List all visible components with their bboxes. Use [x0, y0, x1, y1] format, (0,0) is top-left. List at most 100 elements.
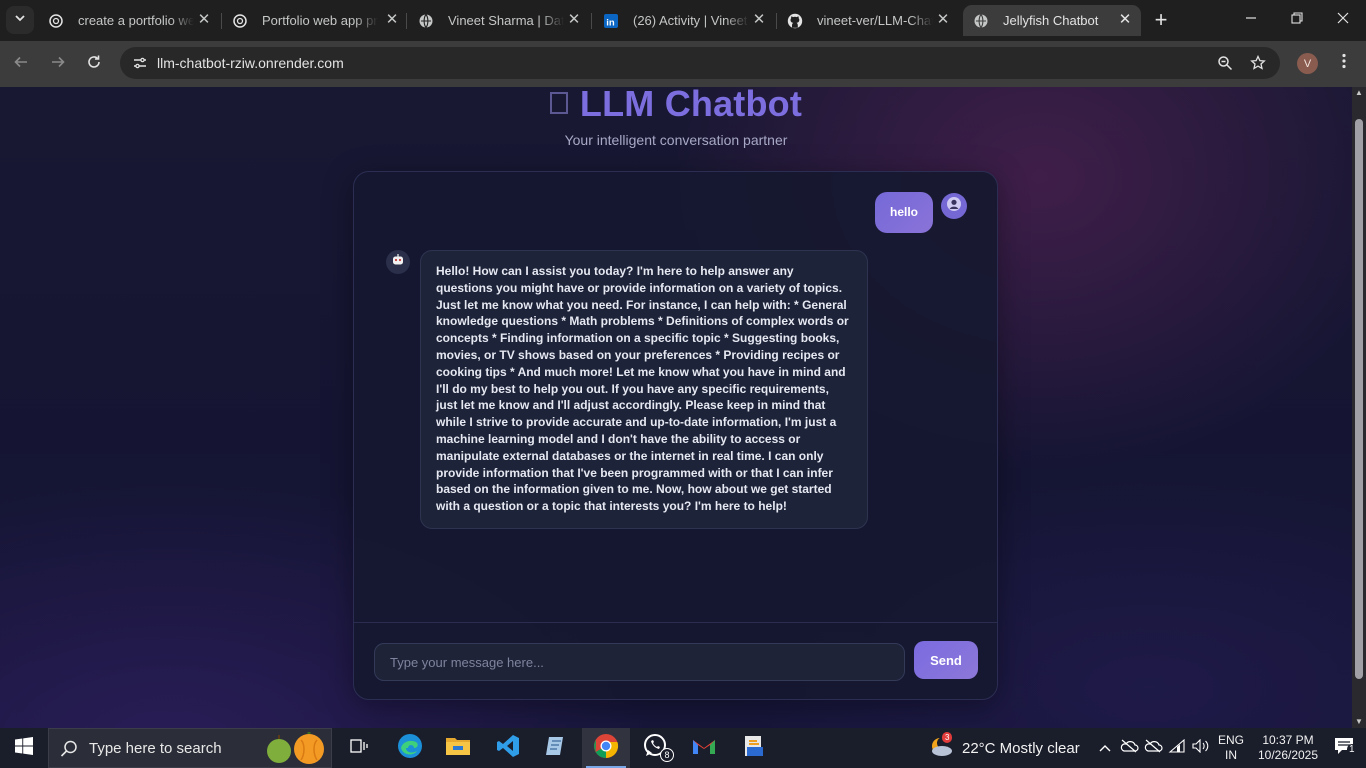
chatgpt-icon — [48, 13, 64, 29]
file-explorer-taskbar-button[interactable] — [434, 728, 482, 768]
tab-divider — [406, 13, 407, 29]
robot-icon — [391, 253, 405, 272]
network-tray-button[interactable] — [1166, 728, 1188, 768]
task-view-button[interactable] — [336, 728, 384, 768]
plus-icon: + — [1154, 7, 1168, 32]
tab-2[interactable]: Portfolio web app pro ✕ — [222, 5, 408, 36]
weather-text: 22°C Mostly clear — [962, 739, 1080, 757]
linkedin-icon: in — [603, 13, 619, 29]
scroll-down-icon[interactable]: ▼ — [1355, 718, 1363, 726]
clock-date: 10/26/2025 — [1257, 748, 1319, 762]
tab-divider — [591, 13, 592, 29]
document-app-taskbar-button[interactable] — [730, 728, 778, 768]
close-icon[interactable]: ✕ — [384, 12, 400, 28]
onedrive-tray-button[interactable] — [1118, 728, 1140, 768]
tab-4[interactable]: in (26) Activity | Vineet ✕ — [593, 5, 775, 36]
volume-tray-button[interactable] — [1190, 728, 1212, 768]
page-subtitle: Your intelligent conversation partner — [564, 132, 788, 148]
bot-message: Hello! How can I assist you today? I'm h… — [386, 250, 868, 529]
missing-glyph-icon — [549, 92, 568, 115]
chrome-taskbar-button[interactable] — [582, 728, 630, 768]
wifi-icon — [1168, 738, 1186, 758]
gmail-taskbar-button[interactable] — [680, 728, 728, 768]
reload-icon — [86, 54, 102, 75]
whatsapp-taskbar-button[interactable]: 8 — [632, 728, 680, 768]
vscode-taskbar-button[interactable] — [484, 728, 532, 768]
search-icon — [59, 739, 79, 759]
page-title-text: LLM Chatbot — [579, 87, 803, 124]
language-code: ENG — [1217, 733, 1244, 747]
profile-avatar[interactable]: V — [1297, 53, 1318, 74]
tab-1[interactable]: create a portfolio web ✕ — [38, 5, 220, 36]
taskbar-search-box[interactable]: Type here to search — [48, 728, 332, 768]
weather-widget[interactable]: 3 22°C Mostly clear — [928, 728, 1080, 768]
close-icon[interactable]: ✕ — [566, 12, 582, 28]
gmail-icon — [692, 737, 716, 760]
chatgpt-icon — [232, 13, 248, 29]
globe-icon — [973, 13, 989, 29]
tab-strip: create a portfolio web ✕ Portfolio web a… — [0, 0, 1366, 41]
cloud-off-icon — [1143, 739, 1163, 758]
tab-title: (26) Activity | Vineet — [633, 13, 748, 28]
chrome-icon — [593, 733, 619, 764]
tab-search-button[interactable] — [6, 6, 34, 34]
tab-title: Portfolio web app pro — [262, 13, 378, 28]
clock-time: 10:37 PM — [1262, 733, 1314, 747]
reload-button[interactable] — [80, 50, 108, 78]
site-settings-icon[interactable] — [128, 51, 152, 75]
scrollbar-thumb[interactable] — [1355, 119, 1363, 679]
page-title: LLM Chatbot — [0, 87, 1352, 125]
show-hidden-icons-button[interactable] — [1094, 728, 1116, 768]
user-icon — [946, 196, 962, 217]
tab-5[interactable]: vineet-ver/LLM-Chat ✕ — [777, 5, 959, 36]
new-tab-button[interactable]: + — [1148, 8, 1174, 34]
arrow-right-icon — [50, 54, 66, 75]
send-button[interactable]: Send — [914, 641, 978, 679]
browser-menu-button[interactable] — [1332, 51, 1356, 75]
address-bar[interactable]: llm-chatbot-rziw.onrender.com — [120, 47, 1280, 79]
bot-avatar — [386, 250, 410, 274]
user-avatar — [941, 193, 967, 219]
action-center-button[interactable]: 1 — [1322, 728, 1366, 768]
close-icon[interactable]: ✕ — [1117, 12, 1133, 28]
tab-title: create a portfolio web — [78, 13, 194, 28]
arrow-left-icon — [13, 54, 29, 75]
restore-button[interactable] — [1274, 0, 1320, 40]
input-language-indicator[interactable]: ENG IN — [1216, 733, 1246, 763]
start-button[interactable] — [0, 728, 48, 768]
folder-icon — [445, 735, 471, 762]
tab-active-jellyfish-chatbot[interactable]: Jellyfish Chatbot ✕ — [963, 5, 1141, 36]
url-text[interactable]: llm-chatbot-rziw.onrender.com — [157, 55, 344, 71]
cloud-sync-tray-button[interactable] — [1142, 728, 1164, 768]
tab-3[interactable]: Vineet Sharma | Data ✕ — [408, 5, 590, 36]
message-input[interactable] — [374, 643, 905, 681]
close-icon[interactable]: ✕ — [196, 12, 212, 28]
notification-icon: 1 — [1334, 737, 1357, 760]
bookmark-star-icon[interactable] — [1246, 51, 1270, 75]
tab-title: Vineet Sharma | Data — [448, 13, 564, 28]
close-window-button[interactable] — [1320, 0, 1366, 40]
edge-taskbar-button[interactable] — [386, 728, 434, 768]
page-viewport: LLM Chatbot Your intelligent conversatio… — [0, 87, 1352, 728]
forward-button[interactable] — [44, 50, 72, 78]
minimize-icon — [1245, 11, 1257, 29]
minimize-button[interactable] — [1228, 0, 1274, 40]
zoom-icon[interactable] — [1213, 51, 1237, 75]
system-clock[interactable]: 10:37 PM 10/26/2025 — [1252, 733, 1324, 763]
task-view-icon — [350, 737, 370, 760]
close-icon[interactable]: ✕ — [935, 12, 951, 28]
restore-icon — [1291, 11, 1303, 29]
notification-count: 1 — [1347, 743, 1357, 755]
user-message: hello — [874, 192, 967, 233]
scroll-up-icon[interactable]: ▲ — [1355, 89, 1363, 97]
globe-icon — [418, 13, 434, 29]
back-button[interactable] — [7, 50, 35, 78]
notes-app-icon — [544, 734, 568, 763]
more-vertical-icon — [1342, 53, 1346, 74]
page-scrollbar[interactable]: ▲ ▼ — [1352, 87, 1366, 728]
close-icon[interactable]: ✕ — [751, 12, 767, 28]
notes-app-taskbar-button[interactable] — [532, 728, 580, 768]
speaker-icon — [1192, 738, 1210, 758]
chevron-down-icon — [14, 11, 26, 29]
svg-text:in: in — [606, 17, 615, 28]
